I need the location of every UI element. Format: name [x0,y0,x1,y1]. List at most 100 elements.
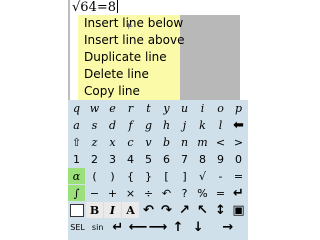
key-8[interactable]: 8 [194,151,211,167]
radicand: 64 [80,0,97,15]
menu-item-insert-line-above[interactable]: Insert line above [78,32,185,49]
key-greater-than[interactable]: > [230,134,247,150]
key-0[interactable]: 0 [230,151,247,167]
key-l[interactable]: l [212,117,229,133]
undo-icon[interactable]: ↶ [158,185,175,201]
menu-backdrop [180,15,240,100]
key-x[interactable]: x [104,134,121,150]
key-plus[interactable]: + [104,185,121,201]
key-subtract[interactable]: − [86,185,103,201]
key-r[interactable]: r [122,100,139,116]
arrow-up-key[interactable]: ↑ [168,219,188,235]
key-less-than[interactable]: < [212,134,229,150]
move-up-right-button[interactable]: ↗ [176,202,193,218]
keyboard-row-3: ⇧ z x c v b n m < > [68,134,248,151]
key-5[interactable]: 5 [140,151,157,167]
white-box-key[interactable] [68,202,85,218]
save-icon[interactable]: ▣ [230,202,247,218]
key-1[interactable]: 1 [68,151,85,167]
menu-item-duplicate-line[interactable]: Duplicate line [78,49,180,66]
text-cursor [117,0,119,13]
keyboard-row-2: a s d f g h j k l ⬅ [68,117,248,134]
key-divide[interactable]: ÷ [140,185,157,201]
key-multiply[interactable]: × [122,185,139,201]
backspace-key[interactable]: ⬅ [230,117,247,133]
menu-item-delete-line[interactable]: Delete line [78,66,180,83]
key-close-brace[interactable]: } [140,168,157,184]
key-percent[interactable]: % [194,185,211,201]
undo-button[interactable]: ↶ [140,202,157,218]
keyboard-row-4: 1 2 3 4 5 6 7 8 9 0 [68,151,248,168]
key-3[interactable]: 3 [104,151,121,167]
expression-result: =8 [96,0,117,15]
key-d[interactable]: d [104,117,121,133]
key-v[interactable]: v [140,134,157,150]
redo-button[interactable]: ↷ [158,202,175,218]
key-c[interactable]: c [122,134,139,150]
enter-key[interactable]: ↵ [230,185,247,201]
key-2[interactable]: 2 [86,151,103,167]
key-open-brace[interactable]: { [122,168,139,184]
text-style-button[interactable]: A [122,202,139,218]
key-close-paren[interactable]: ) [104,168,121,184]
key-b[interactable]: b [158,134,175,150]
key-a[interactable]: a [68,117,85,133]
key-6[interactable]: 6 [158,151,175,167]
key-close-bracket[interactable]: ] [176,168,193,184]
key-p[interactable]: p [230,100,247,116]
vertical-move-button[interactable]: ↕ [212,202,229,218]
key-y[interactable]: y [158,100,175,116]
key-open-bracket[interactable]: [ [158,168,175,184]
key-g[interactable]: g [140,117,157,133]
menu-item-copy-line[interactable]: Copy line [78,83,180,100]
key-q[interactable]: q [68,100,85,116]
key-equals[interactable]: = [230,168,247,184]
key-k[interactable]: k [194,117,211,133]
expression-line[interactable]: √64=8 [72,0,119,15]
key-t[interactable]: t [140,100,157,116]
key-e[interactable]: e [104,100,121,116]
key-h[interactable]: h [158,117,175,133]
arrow-right-key[interactable]: ⟶ [148,219,168,235]
key-9[interactable]: 9 [212,151,229,167]
right-letterbox [248,0,320,240]
arrow-down-key[interactable]: ↓ [188,219,208,235]
key-o[interactable]: o [212,100,229,116]
bold-button[interactable]: B [86,202,103,218]
white-box-icon [69,203,84,217]
key-sqrt[interactable]: √ [194,168,211,184]
key-equals-2[interactable]: = [212,185,229,201]
key-u[interactable]: u [176,100,193,116]
select-key[interactable]: SEL [68,219,88,235]
key-s[interactable]: s [86,117,103,133]
keyboard-row-7: B I A ↶ ↷ ↗ ↖ ↕ ▣ [68,202,248,219]
key-n[interactable]: n [176,134,193,150]
integral-key[interactable]: ∫ [68,185,85,201]
keyboard-row-6: ∫ − + × ÷ ↶ ? % = ↵ [68,185,248,202]
move-up-left-button[interactable]: ↖ [194,202,211,218]
menu-item-insert-line-below[interactable]: Insert line below [78,15,183,32]
key-question[interactable]: ? [176,185,193,201]
sin-key[interactable]: sin [88,219,108,235]
key-4[interactable]: 4 [122,151,139,167]
key-minus[interactable]: - [212,168,229,184]
key-open-paren[interactable]: ( [86,168,103,184]
math-keyboard: q w e r t y u i o p a s d f g h j k l ⬅ … [68,100,248,240]
key-f[interactable]: f [122,117,139,133]
greek-toggle-key[interactable]: α [68,168,85,184]
italic-button[interactable]: I [104,202,121,218]
key-j[interactable]: j [176,117,193,133]
key-i[interactable]: i [194,100,211,116]
shift-key[interactable]: ⇧ [68,134,85,150]
key-7[interactable]: 7 [176,151,193,167]
key-z[interactable]: z [86,134,103,150]
keyboard-row-1: q w e r t y u i o p [68,100,248,117]
arrow-end-key[interactable]: → [208,219,247,235]
left-letterbox [0,0,68,240]
key-m[interactable]: m [194,134,211,150]
key-w[interactable]: w [86,100,103,116]
newline-key[interactable]: ↵ [108,219,128,235]
arrow-left-key[interactable]: ⟵ [128,219,148,235]
keyboard-row-8: SEL sin ↵ ⟵ ⟶ ↑ ↓ → [68,219,248,236]
editor-left-border [68,0,70,100]
